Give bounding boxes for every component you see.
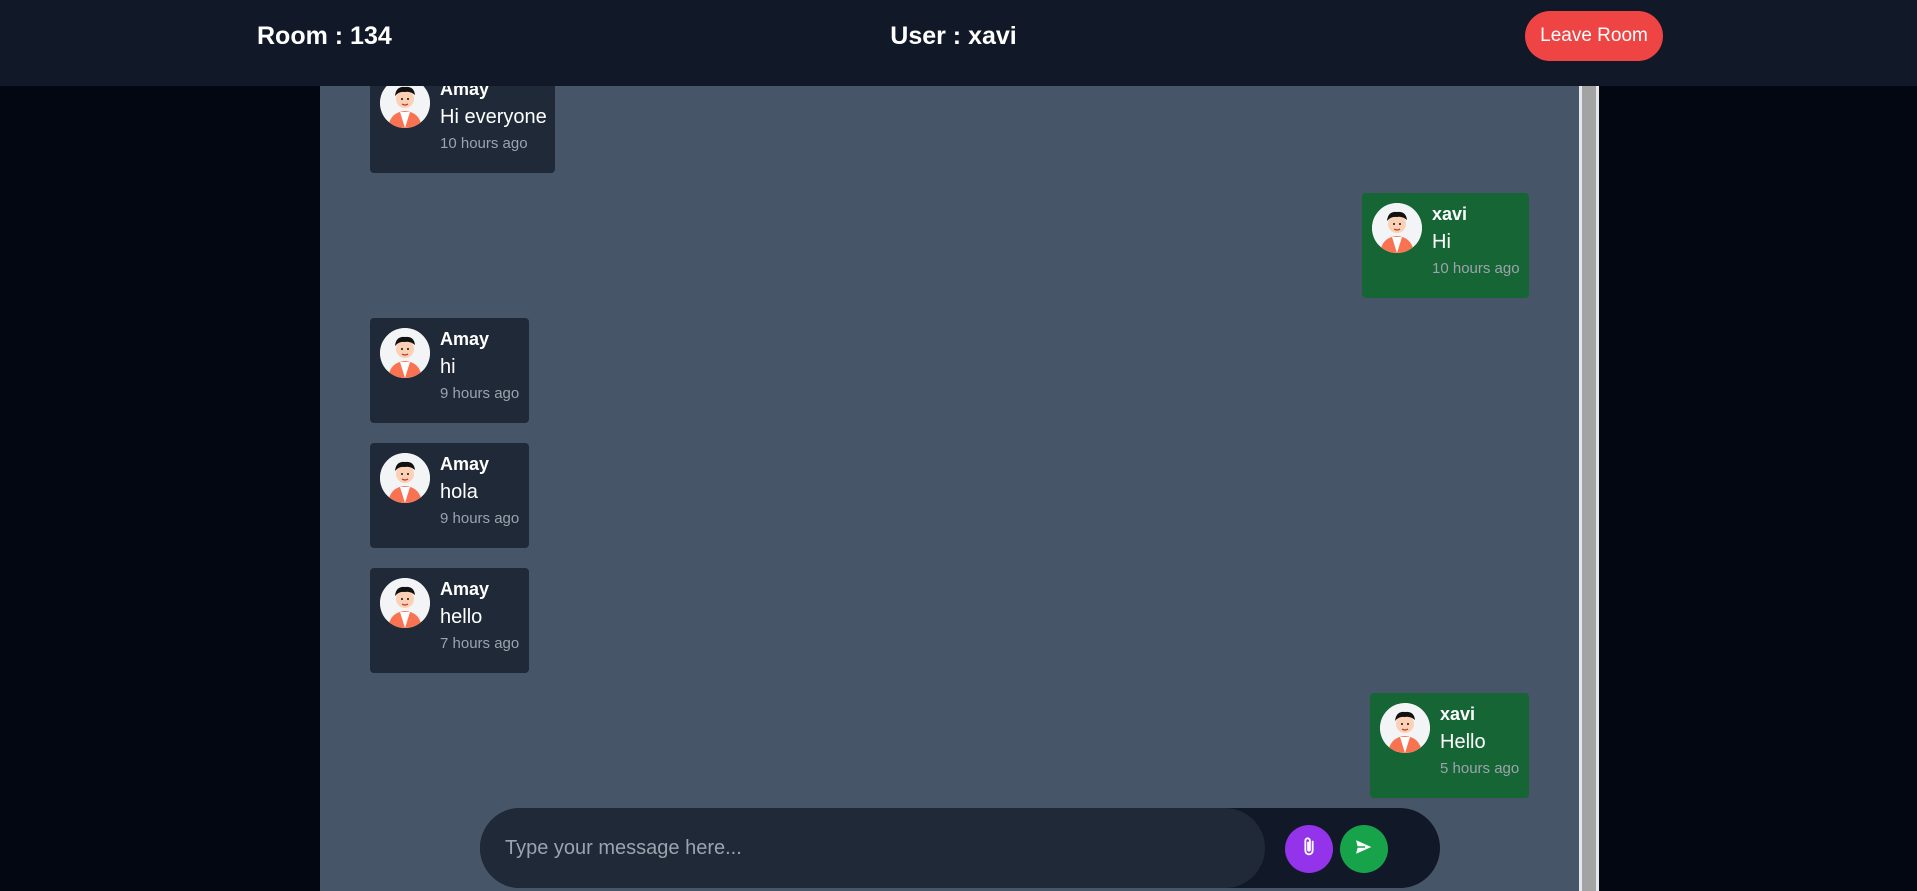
message-timestamp: 10 hours ago [1432,260,1520,277]
message-text: hi [440,356,456,378]
paperclip-icon [1298,836,1320,863]
message-sender: Amay [440,579,490,599]
avatar [1380,703,1430,753]
scrollbar-thumb[interactable] [1582,86,1596,891]
message-text: Hi everyone [440,106,547,128]
message-composer [480,808,1440,888]
avatar [380,578,430,628]
avatar [380,328,430,378]
message-text: Hi [1432,231,1451,253]
message-bubble: Amay hola 9 hours ago [370,443,529,548]
send-button[interactable] [1340,825,1388,873]
message-bubble: Amay hi 9 hours ago [370,318,529,423]
message-timestamp: 9 hours ago [440,510,520,527]
avatar [1372,203,1422,253]
message-bubble: Amay hello 7 hours ago [370,568,529,673]
chat-scrollbar[interactable] [1579,86,1599,891]
message-bubble: xavi Hello 5 hours ago [1370,693,1529,798]
message-text: hola [440,481,478,503]
avatar [380,453,430,503]
message-bubble: xavi Hi 10 hours ago [1362,193,1529,298]
header-bar: Room : 134 User : xavi Leave Room [0,0,1917,86]
message-timestamp: 7 hours ago [440,635,520,652]
message-timestamp: 9 hours ago [440,385,520,402]
attach-button[interactable] [1285,825,1333,873]
message-input[interactable] [480,808,1265,888]
message-text: hello [440,606,483,628]
message-sender: xavi [1432,204,1468,224]
message-text: Hello [1440,731,1486,753]
message-timestamp: 10 hours ago [440,135,528,152]
send-icon [1352,835,1376,864]
message-sender: xavi [1440,704,1476,724]
message-sender: Amay [440,329,490,349]
leave-room-button[interactable]: Leave Room [1525,11,1663,61]
message-sender: Amay [440,454,490,474]
message-timestamp: 5 hours ago [1440,760,1520,777]
